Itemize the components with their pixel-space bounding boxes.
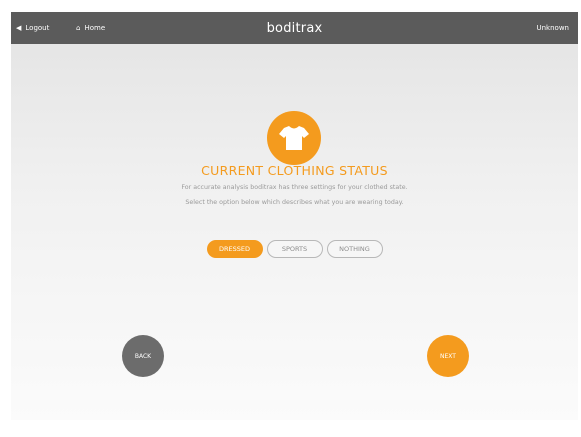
next-button[interactable]: NEXT	[427, 335, 469, 377]
app-frame: ◀ Logout ⌂ Home boditrax Unknown CURRENT…	[11, 12, 578, 420]
option-dressed-button[interactable]: DRESSED	[206, 240, 263, 258]
tshirt-icon	[267, 111, 321, 165]
description-line-1: For accurate analysis boditrax has three…	[181, 184, 408, 191]
clothing-options: DRESSED SPORTS NOTHING	[11, 240, 578, 258]
user-name[interactable]: Unknown	[537, 12, 570, 44]
page-title: CURRENT CLOTHING STATUS	[201, 163, 388, 178]
option-sports-button[interactable]: SPORTS	[266, 240, 323, 258]
back-arrow-icon: ◀	[16, 23, 22, 32]
logout-button[interactable]: ◀ Logout	[16, 12, 49, 44]
home-icon: ⌂	[76, 23, 81, 32]
home-button[interactable]: ⌂ Home	[76, 12, 105, 44]
description-line-2: Select the option below which describes …	[185, 199, 404, 206]
back-button[interactable]: BACK	[122, 335, 164, 377]
logout-label: Logout	[25, 24, 50, 32]
option-nothing-button[interactable]: NOTHING	[326, 240, 383, 258]
top-bar: ◀ Logout ⌂ Home boditrax Unknown	[11, 12, 578, 44]
home-label: Home	[84, 24, 106, 32]
tshirt-shape	[279, 126, 309, 150]
